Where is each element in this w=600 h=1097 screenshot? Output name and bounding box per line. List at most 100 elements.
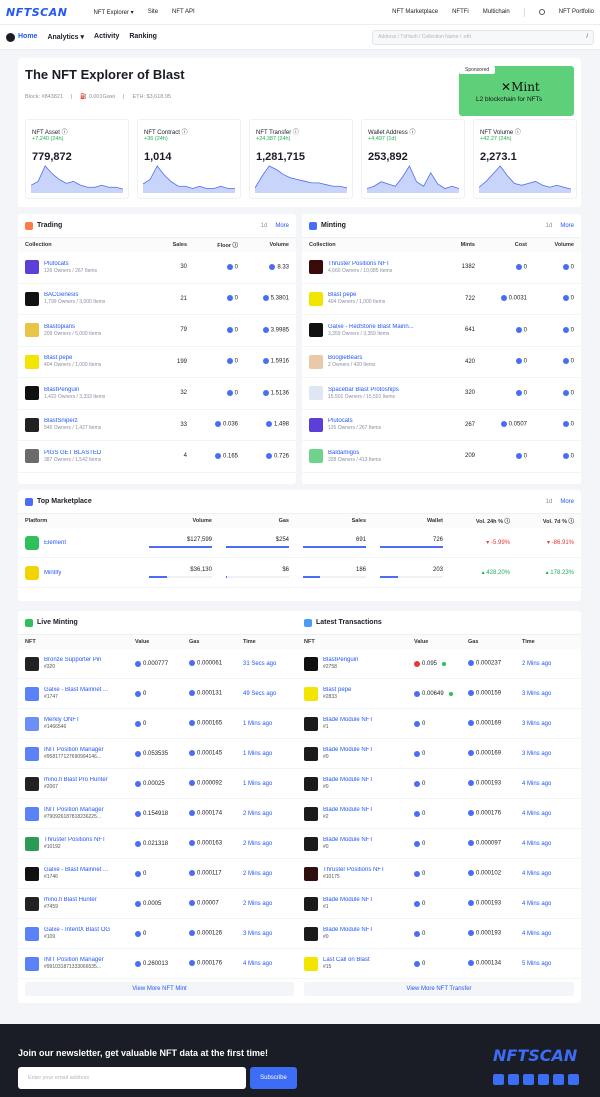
nft-name[interactable]: Merkly ONFT [44,717,80,723]
time-ago[interactable]: 2 Mins ago [243,811,293,817]
time-ago[interactable]: 4 Mins ago [522,871,572,877]
top-right-link[interactable]: Multichain [483,9,510,15]
table-row[interactable]: Blast pepe 404 Owners / 1,000 Items 199 0 1.… [18,347,296,378]
feed-row[interactable]: Last Call on Blast #15 0 0.000134 5 Mins ago [297,949,581,979]
feed-row[interactable]: Bronze Supporter Pin #320 0.000777 0.000061… [18,649,301,679]
nft-name[interactable]: Blade Module NFT [323,897,373,903]
nft-name[interactable]: BlastPenguin [323,657,358,663]
marketplace-period[interactable]: 1d [546,499,553,505]
nft-name[interactable]: Blade Module NFT [323,927,373,933]
feed-row[interactable]: INIT Position Manager #991031871333066535… [18,949,301,979]
table-row[interactable]: Blastopians 209 Owners / 5,000 Items 79 0 3.… [18,315,296,347]
feed-row[interactable]: Blade Module NFT #1 0 0.000193 4 Mins ago [297,889,581,919]
feed-row[interactable]: Blade Module NFT #2 0 0.000176 4 Mins ago [297,799,581,829]
time-ago[interactable]: 1 Mins ago [243,721,293,727]
nft-name[interactable]: Bronze Supporter Pin [44,657,101,663]
trading-more-link[interactable]: More [275,223,289,229]
collection-name[interactable]: BlastPenguin [44,387,105,393]
telegram-icon[interactable] [568,1074,579,1085]
top-right-link[interactable]: NFT Marketplace [392,9,438,15]
twitter-icon[interactable] [493,1074,504,1085]
nft-name[interactable]: Blade Module NFT [323,777,373,783]
time-ago[interactable]: 5 Mins ago [522,961,572,967]
table-row[interactable]: BoogieBears 2 Owners / 420 Items 420 0 0 [302,347,581,378]
stat-card[interactable]: NFT Asset ⓘ +7,240 (24h) 779,872 [25,119,129,199]
time-ago[interactable]: 2 Mins ago [243,841,293,847]
time-ago[interactable]: 4 Mins ago [522,811,572,817]
stat-card[interactable]: Wallet Address ⓘ +4,497 (1d) 253,892 [361,119,465,199]
feed-row[interactable]: rhino.fi Blast Pro Hunter #2067 0.00025 0.0… [18,769,301,799]
feed-row[interactable]: BlastPenguin #2758 0.095 0.000237 2 Mins ago [297,649,581,679]
top-nav-item[interactable]: NFT Explorer ▾ [93,9,133,16]
collection-name[interactable]: Blast pepe [44,355,101,361]
time-ago[interactable]: 4 Mins ago [522,931,572,937]
time-ago[interactable]: 3 Mins ago [522,721,572,727]
collection-name[interactable]: Blast pepe [328,292,385,298]
subscribe-button[interactable]: Subscribe [250,1067,297,1089]
minting-more-link[interactable]: More [560,223,574,229]
table-row[interactable]: Plutocats 126 Owners / 267 Items 267 0.0507… [302,410,581,441]
table-row[interactable]: Thruster Positions NFT 4,660 Owners / 10,… [302,252,581,284]
table-row[interactable]: BlastPenguin 1,422 Owners / 3,333 Items 32… [18,378,296,410]
time-ago[interactable]: 31 Secs ago [243,661,293,667]
trading-period[interactable]: 1d [261,223,268,229]
collection-name[interactable]: BlastSniperz [44,418,101,424]
top-right-link[interactable]: NFTFi [452,9,469,15]
feed-row[interactable]: rhino.fi Blast Hunter #7459 0.0005 0.00007 2… [18,889,301,919]
nft-name[interactable]: Galxe - IntentX Blast OG [44,927,110,933]
view-more-mint-button[interactable]: View More NFT Mint [25,982,294,996]
platform-name[interactable]: Mintify [44,570,61,576]
nft-name[interactable]: Blade Module NFT [323,837,373,843]
collection-name[interactable]: Blastopians [44,324,101,330]
nft-name[interactable]: Galxe - Blast Mainnet ... [44,687,108,693]
github-icon[interactable] [508,1074,519,1085]
table-row[interactable]: Blast pepe 404 Owners / 1,000 Items 722 0.0… [302,284,581,315]
time-ago[interactable]: 2 Mins ago [522,661,572,667]
nft-name[interactable]: Galxe - Blast Mainnet ... [44,867,108,873]
marketplace-row[interactable]: Mintify $36,130 $6 186 203 ▴ 428.20% ▴ 178.23% [18,558,581,588]
collection-name[interactable]: BACGenesis [44,292,105,298]
collection-name[interactable]: Plutocats [44,261,97,267]
sub-nav-item[interactable]: Home [18,33,37,41]
table-row[interactable]: Plutocats 126 Owners / 267 Items 30 0 8.33 [18,252,296,284]
youtube-icon[interactable] [538,1074,549,1085]
sub-nav-item[interactable]: Analytics ▾ [47,33,84,41]
top-right-link[interactable]: NFT Portfolio [559,9,594,15]
feed-row[interactable]: Blade Module NFT #1 0 0.000169 3 Mins ago [297,709,581,739]
feed-row[interactable]: Thruster Positions NFT #10192 0.021318 0.00… [18,829,301,859]
table-row[interactable]: Galxe - RedStone Blast Mainn... 3,359 Own… [302,315,581,347]
collection-name[interactable]: Spacebar Blast Protoships [328,387,399,393]
nft-name[interactable]: INIT Position Manager [44,957,104,963]
nft-name[interactable]: Blast pepe [323,687,351,693]
time-ago[interactable]: 3 Mins ago [522,691,572,697]
time-ago[interactable]: 4 Mins ago [522,781,572,787]
nft-name[interactable]: Thruster Positions NFT [44,837,106,843]
collection-name[interactable]: Galxe - RedStone Blast Mainn... [328,324,414,330]
time-ago[interactable]: 4 Mins ago [243,961,293,967]
view-more-transfer-button[interactable]: View More NFT Transfer [304,982,574,996]
time-ago[interactable]: 4 Mins ago [522,901,572,907]
nft-name[interactable]: Blade Module NFT [323,747,373,753]
platform-name[interactable]: Element [44,540,66,546]
top-nav-item[interactable]: NFT API [172,9,195,16]
nft-name[interactable]: INIT Position Manager [44,807,104,813]
time-ago[interactable]: 49 Secs ago [243,691,293,697]
collection-name[interactable]: Plutocats [328,418,381,424]
nftscan-logo[interactable]: NFTSCAN [6,6,67,19]
stat-card[interactable]: NFT Volume ⓘ +42.27 (24h) 2,273.1 [473,119,577,199]
feed-row[interactable]: Merkly ONFT #1466546 0 0.000165 1 Mins ago [18,709,301,739]
table-row[interactable]: BACGenesis 1,799 Owners / 3,000 Items 21 0 5… [18,284,296,315]
time-ago[interactable]: 3 Mins ago [522,751,572,757]
marketplace-more-link[interactable]: More [560,499,574,505]
feed-row[interactable]: Blade Module NFT #0 0 0.000193 4 Mins ago [297,769,581,799]
sub-nav-item[interactable]: Ranking [129,33,157,41]
medium-icon[interactable] [553,1074,564,1085]
table-row[interactable]: Baldamigos 328 Owners / 413 Items 209 0 0 [302,441,581,473]
feed-row[interactable]: Blade Module NFT #0 0 0.000097 4 Mins ago [297,829,581,859]
theme-toggle-icon[interactable] [538,9,545,15]
nft-name[interactable]: rhino.fi Blast Pro Hunter [44,777,108,783]
feed-row[interactable]: Blast pepe #2833 0.00649 0.000159 3 Mins ago [297,679,581,709]
stat-card[interactable]: NFT Transfer ⓘ +24,387 (24h) 1,281,715 [249,119,353,199]
time-ago[interactable]: 1 Mins ago [243,781,293,787]
table-row[interactable]: PIGS GET BLASTED 387 Owners / 1,542 Items… [18,441,296,473]
